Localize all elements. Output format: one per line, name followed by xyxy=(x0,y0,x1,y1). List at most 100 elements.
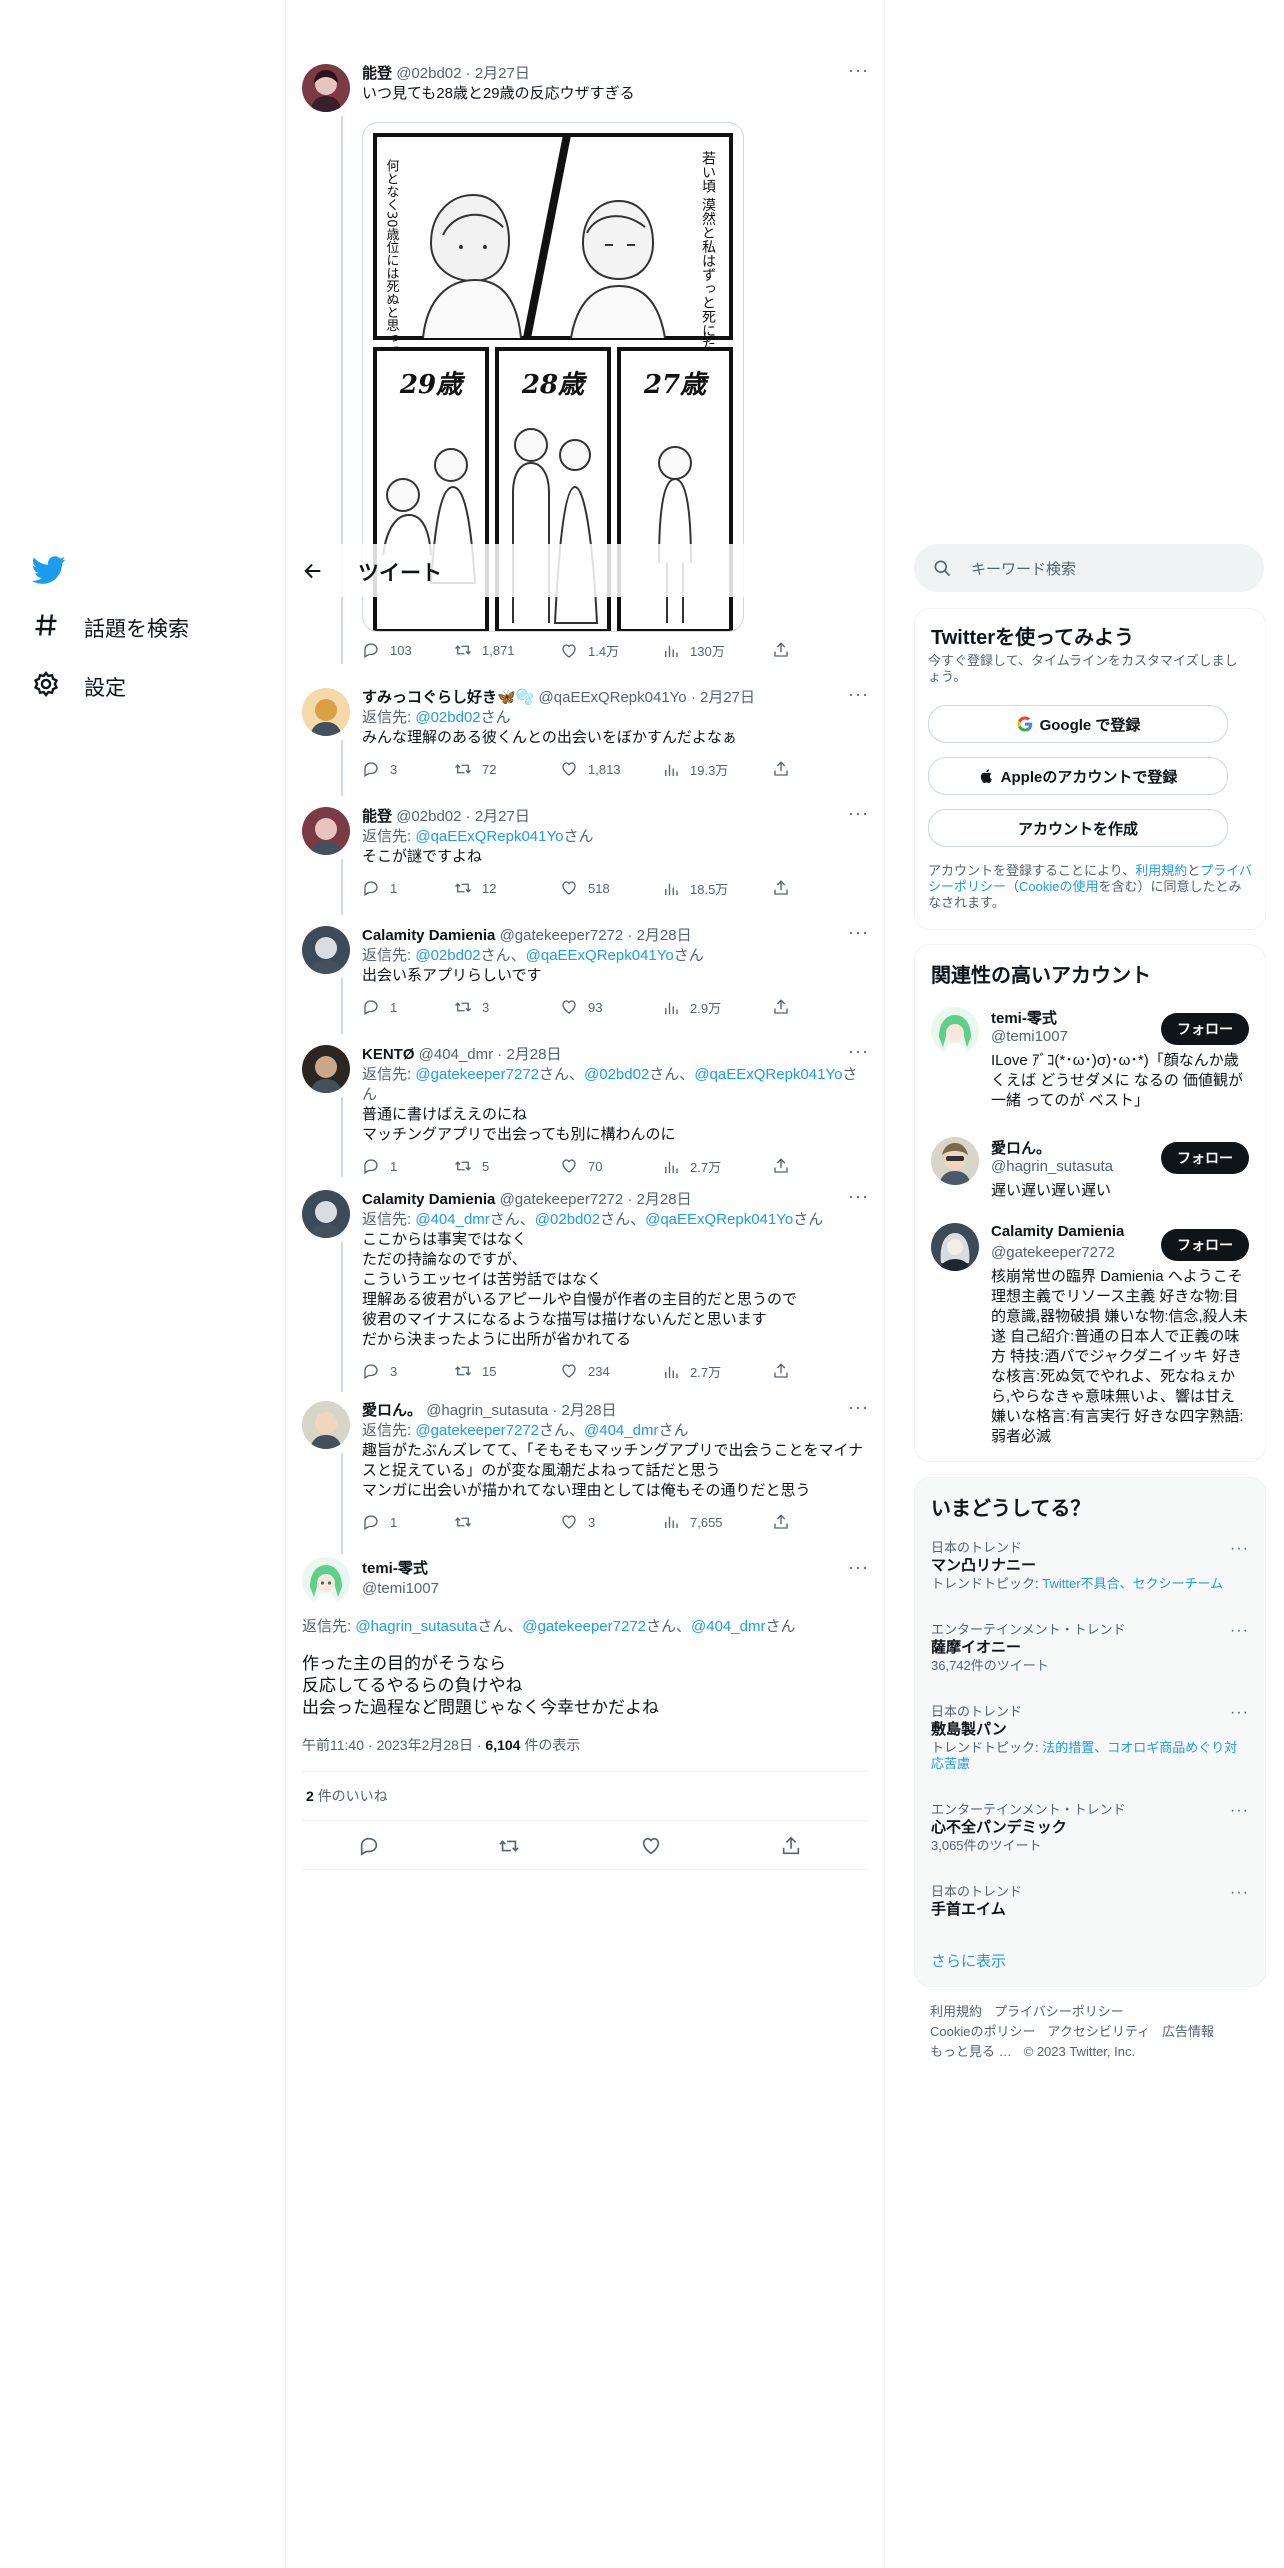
share-button[interactable] xyxy=(772,879,790,897)
twitter-bird-icon[interactable] xyxy=(31,553,66,587)
share-icon[interactable] xyxy=(780,1835,802,1857)
trend-item[interactable]: 日本のトレンド 敷島製パン トレンドトピック: 法的措置、コオロギ商品めぐり対応… xyxy=(931,1704,1249,1772)
retweet-icon[interactable] xyxy=(498,1835,520,1857)
search-box[interactable]: キーワード検索 xyxy=(914,544,1264,592)
tweet-author-name[interactable]: 能登 xyxy=(362,65,392,82)
reply-button[interactable]: 1 xyxy=(362,879,397,897)
like-button[interactable]: 93 xyxy=(560,998,602,1016)
tweet-author-handle[interactable]: @02bd02 xyxy=(396,65,461,82)
tweet-author-name[interactable]: すみっコぐらし好き🦋🫧 xyxy=(362,689,534,706)
more-icon[interactable]: ··· xyxy=(1230,1884,1249,1902)
mention-link[interactable]: @gatekeeper7272 xyxy=(415,1066,539,1083)
mention-link[interactable]: @hagrin_sutasuta xyxy=(355,1618,477,1635)
more-icon[interactable]: ··· xyxy=(848,1398,868,1421)
mention-link[interactable]: @404_dmr xyxy=(691,1618,765,1635)
share-button[interactable] xyxy=(772,1157,790,1175)
mention-link[interactable]: @404_dmr xyxy=(584,1422,658,1439)
share-button[interactable] xyxy=(772,760,790,778)
tweet-author-name[interactable]: Calamity Damienia xyxy=(362,927,495,944)
more-icon[interactable]: ··· xyxy=(848,1187,868,1210)
tweet-date[interactable]: 2月27日 xyxy=(700,689,755,706)
tweet-author-name[interactable]: 愛ロん。 xyxy=(362,1402,422,1419)
like-button[interactable]: 3 xyxy=(560,1513,595,1531)
create-account-button[interactable]: アカウントを作成 xyxy=(928,809,1228,847)
reply-button[interactable]: 103 xyxy=(362,641,412,659)
avatar[interactable] xyxy=(302,1190,350,1238)
footer-link[interactable]: アクセシビリティ xyxy=(1047,2024,1150,2039)
share-button[interactable] xyxy=(772,1513,790,1531)
more-icon[interactable]: ··· xyxy=(848,804,868,827)
tweet-date[interactable]: 2月28日 xyxy=(506,1046,561,1063)
retweet-button[interactable]: 12 xyxy=(454,879,496,897)
tweet-author-handle[interactable]: @404_dmr xyxy=(419,1046,493,1063)
retweet-button[interactable]: 1,871 xyxy=(454,641,515,659)
follow-button[interactable]: フォロー xyxy=(1161,1013,1249,1045)
tweet-author-handle[interactable]: @gatekeeper7272 xyxy=(500,1191,624,1208)
avatar[interactable] xyxy=(302,688,350,736)
more-icon[interactable]: ··· xyxy=(848,61,868,84)
tweet[interactable]: すみっコぐらし好き🦋🫧 @qaEExQRepk041Yo · 2月27日 ···… xyxy=(302,685,868,796)
cookie-link[interactable]: Cookieの使用 xyxy=(1019,879,1098,894)
mention-link[interactable]: @404_dmr xyxy=(415,1211,489,1228)
reply-button[interactable]: 3 xyxy=(362,1362,397,1380)
mention-link[interactable]: @gatekeeper7272 xyxy=(522,1618,646,1635)
mention-link[interactable]: @02bd02 xyxy=(535,1211,600,1228)
mention-link[interactable]: @02bd02 xyxy=(415,947,480,964)
more-icon[interactable]: ··· xyxy=(1230,1622,1249,1640)
nav-explore[interactable]: 話題を検索 xyxy=(32,608,189,648)
avatar[interactable] xyxy=(302,1401,350,1449)
mention-link[interactable]: @qaEExQRepk041Yo xyxy=(645,1211,793,1228)
show-more-link[interactable]: さらに表示 xyxy=(931,1950,1006,1971)
tweet-date[interactable]: 2月27日 xyxy=(475,65,530,82)
views-button[interactable]: 18.5万 xyxy=(662,879,728,898)
follow-button[interactable]: フォロー xyxy=(1161,1229,1249,1261)
avatar[interactable] xyxy=(302,1045,350,1093)
likes-summary[interactable]: 2 件のいいね xyxy=(302,1772,868,1820)
trend-item[interactable]: 日本のトレンド マン凸リナニー トレンドトピック: Twitter不具合、セクシ… xyxy=(931,1540,1249,1592)
mention-link[interactable]: @qaEExQRepk041Yo xyxy=(526,947,674,964)
retweet-button[interactable] xyxy=(454,1513,482,1531)
views-button[interactable]: 2.9万 xyxy=(662,998,721,1017)
share-button[interactable] xyxy=(772,641,790,659)
avatar[interactable] xyxy=(302,926,350,974)
views-button[interactable]: 2.7万 xyxy=(662,1362,721,1381)
tweet-date[interactable]: 2月27日 xyxy=(475,808,530,825)
tweet-date[interactable]: 2月28日 xyxy=(562,1402,617,1419)
like-button[interactable]: 1.4万 xyxy=(560,641,619,660)
like-button[interactable]: 1,813 xyxy=(560,760,621,778)
retweet-button[interactable]: 5 xyxy=(454,1157,489,1175)
footer-link[interactable]: プライバシーポリシー xyxy=(994,2004,1124,2019)
reply-icon[interactable] xyxy=(358,1835,380,1857)
mention-link[interactable]: @02bd02 xyxy=(584,1066,649,1083)
more-icon[interactable]: ··· xyxy=(848,923,868,946)
like-button[interactable]: 518 xyxy=(560,879,610,897)
like-button[interactable]: 234 xyxy=(560,1362,610,1380)
terms-link[interactable]: 利用規約 xyxy=(1135,863,1187,878)
follow-button[interactable]: フォロー xyxy=(1161,1142,1249,1174)
tweet-full-date[interactable]: 2023年2月28日 xyxy=(376,1737,473,1753)
views-button[interactable]: 2.7万 xyxy=(662,1157,721,1176)
reply-button[interactable]: 1 xyxy=(362,1513,397,1531)
trend-item[interactable]: エンターテインメント・トレンド 心不全パンデミック 3,065件のツイート ··… xyxy=(931,1802,1249,1854)
footer-link[interactable]: 広告情報 xyxy=(1162,2024,1214,2039)
tweet[interactable]: 能登 @02bd02 · 2月27日 ··· 返信先: @qaEExQRepk0… xyxy=(302,804,868,915)
apple-signup-button[interactable]: Appleのアカウントで登録 xyxy=(928,757,1228,795)
mention-link[interactable]: @qaEExQRepk041Yo xyxy=(694,1066,842,1083)
more-icon[interactable]: ··· xyxy=(848,1042,868,1065)
more-icon[interactable]: ··· xyxy=(1230,1704,1249,1722)
tweet-author-handle[interactable]: @qaEExQRepk041Yo xyxy=(539,689,687,706)
retweet-button[interactable]: 15 xyxy=(454,1362,496,1380)
tweet-author-handle[interactable]: @02bd02 xyxy=(396,808,461,825)
avatar[interactable] xyxy=(302,1557,350,1605)
more-icon[interactable]: ··· xyxy=(848,685,868,708)
share-button[interactable] xyxy=(772,1362,790,1380)
mention-link[interactable]: @gatekeeper7272 xyxy=(415,1422,539,1439)
more-icon[interactable]: ··· xyxy=(1230,1540,1249,1558)
footer-link[interactable]: もっと見る … xyxy=(930,2044,1012,2059)
views-button[interactable]: 19.3万 xyxy=(662,760,728,779)
tweet-date[interactable]: 2月28日 xyxy=(637,927,692,944)
tweet[interactable]: Calamity Damienia @gatekeeper7272 · 2月28… xyxy=(302,1187,868,1392)
trend-item[interactable]: 日本のトレンド 手首エイム ··· xyxy=(931,1884,1249,1920)
reply-button[interactable]: 1 xyxy=(362,1157,397,1175)
heart-icon[interactable] xyxy=(640,1835,662,1857)
